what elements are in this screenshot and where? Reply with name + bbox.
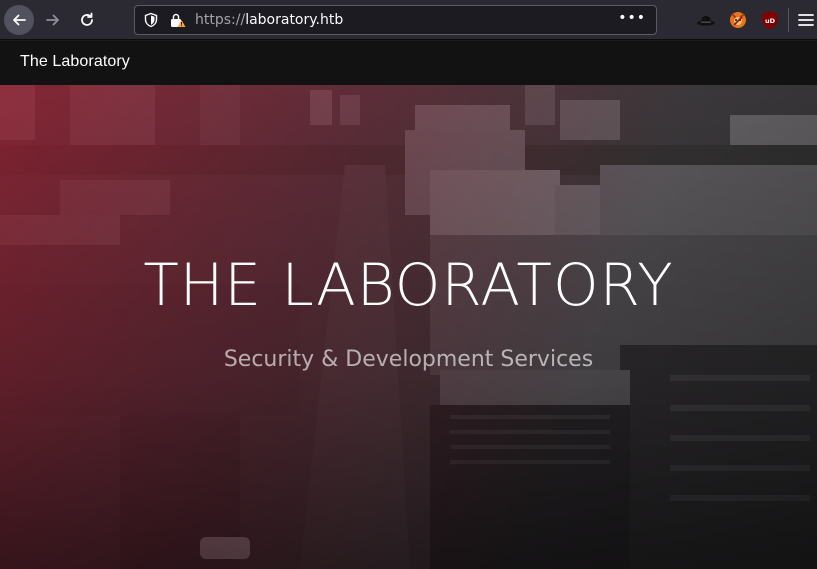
ublock-icon[interactable]: uD <box>759 9 781 31</box>
hero-subtitle: Security & Development Services <box>223 347 594 372</box>
reload-icon <box>81 12 93 26</box>
hamburger-menu-icon[interactable] <box>796 10 816 30</box>
insecure-lock-icon[interactable] <box>169 12 187 32</box>
page-actions-button[interactable]: ••• <box>618 10 646 26</box>
hat-icon[interactable] <box>695 9 717 31</box>
hero-dark-overlay <box>0 85 817 569</box>
hero-title: THE LABORATORY <box>143 251 674 319</box>
url-protocol: https:// <box>195 12 246 28</box>
ublock-label: uD <box>765 17 776 25</box>
hero-section: THE LABORATORY Security & Development Se… <box>0 85 817 569</box>
site-navbar: The Laboratory <box>0 41 817 85</box>
arrow-right-icon <box>46 14 59 26</box>
shield-icon[interactable] <box>143 12 159 32</box>
reload-button[interactable] <box>72 5 102 35</box>
arrow-left-icon <box>13 14 26 26</box>
address-bar[interactable]: https://laboratory.htb ••• <box>134 5 657 35</box>
url-text[interactable]: https://laboratory.htb <box>195 12 343 28</box>
site-brand-link[interactable]: The Laboratory <box>20 53 130 71</box>
toolbar-separator <box>788 8 789 32</box>
back-button[interactable] <box>4 5 34 35</box>
browser-toolbar: https://laboratory.htb ••• uD <box>0 0 817 40</box>
url-host: laboratory.htb <box>245 12 344 28</box>
forward-button[interactable] <box>38 5 68 35</box>
fox-icon[interactable] <box>727 9 749 31</box>
